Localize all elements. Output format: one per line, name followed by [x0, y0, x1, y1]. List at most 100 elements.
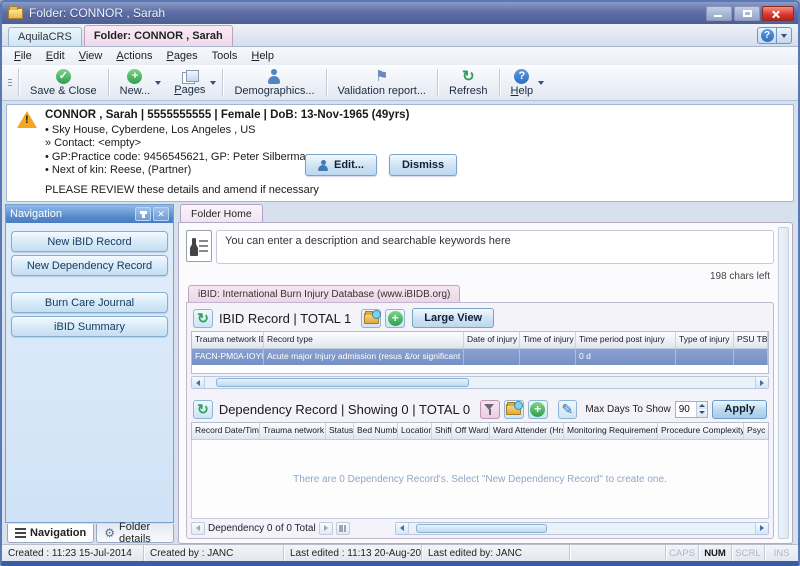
max-days-spinner[interactable]: 90 — [675, 401, 709, 418]
menu-tools[interactable]: Tools — [206, 49, 244, 63]
toolbar-grip[interactable] — [6, 66, 14, 99]
minimize-button[interactable] — [706, 6, 732, 21]
new-button[interactable]: + New... — [111, 66, 160, 99]
tab-aquilacrs[interactable]: AquilaCRS — [8, 27, 82, 46]
menu-file[interactable]: File — [8, 49, 38, 63]
ibid-record-table: Trauma network ID Record type Date of in… — [191, 331, 769, 374]
refresh-icon: ↻ — [197, 402, 209, 416]
chevron-down-icon — [781, 34, 787, 38]
pager-prev-button[interactable] — [191, 522, 205, 535]
menu-help[interactable]: Help — [245, 49, 280, 63]
save-close-button[interactable]: ✓ Save & Close — [21, 66, 106, 99]
column-header[interactable]: Trauma network ID — [260, 423, 326, 439]
column-header[interactable]: Location — [398, 423, 432, 439]
pager-next-button[interactable] — [319, 522, 333, 535]
ibid-add-button[interactable]: + — [385, 309, 405, 328]
close-panel-button[interactable]: ✕ — [153, 207, 169, 221]
patient-summary: CONNOR , Sarah | 5555555555 | Female | D… — [45, 109, 785, 123]
help-button[interactable]: ? — [757, 27, 777, 44]
maximize-button[interactable] — [734, 6, 760, 21]
close-button[interactable] — [762, 6, 794, 21]
menu-view[interactable]: View — [73, 49, 109, 63]
app-window: Folder: CONNOR , Sarah AquilaCRS Folder:… — [0, 0, 800, 566]
created-label: Created : 11:23 15-Jul-2014 — [2, 545, 144, 561]
gear-icon: ⚙ — [104, 527, 115, 539]
new-dependency-record-button[interactable]: New Dependency Record — [11, 255, 168, 276]
tab-folder-connor-sarah[interactable]: Folder: CONNOR , Sarah — [84, 25, 233, 46]
ibid-horizontal-scrollbar[interactable] — [191, 376, 769, 389]
column-header[interactable]: Type of injury — [676, 332, 734, 348]
scrl-indicator: SCRL — [732, 545, 765, 561]
empty-message: There are 0 Dependency Record's. Select … — [293, 474, 667, 485]
scroll-left-icon[interactable] — [396, 523, 409, 534]
tab-folder-details[interactable]: ⚙ Folder details — [96, 524, 174, 543]
column-header[interactable]: PSU TBSA% — [734, 332, 768, 348]
ibid-panel: ↻ IBID Record | TOTAL 1 + Large View Tra… — [186, 302, 774, 539]
dismiss-button[interactable]: Dismiss — [389, 154, 457, 176]
large-view-button[interactable]: Large View — [412, 308, 494, 328]
last-edited-by-label: Last edited by: JANC — [422, 545, 570, 561]
column-header[interactable]: Record type — [264, 332, 464, 348]
demographics-button[interactable]: Demographics... — [225, 66, 323, 99]
menu-actions[interactable]: Actions — [110, 49, 158, 63]
scroll-right-icon[interactable] — [755, 523, 768, 534]
menu-edit[interactable]: Edit — [40, 49, 71, 63]
help-toolbar-button[interactable]: ? Help — [502, 66, 543, 99]
id-card-icon — [186, 230, 212, 262]
column-header[interactable]: Ward Attender (Hrs) — [490, 423, 564, 439]
spin-down-icon[interactable] — [697, 409, 707, 417]
refresh-button[interactable]: ↻ Refresh — [440, 66, 497, 99]
dependency-add-button[interactable]: + — [528, 400, 548, 419]
tab-folder-home[interactable]: Folder Home — [180, 204, 263, 222]
spin-up-icon[interactable] — [697, 402, 707, 410]
scroll-left-icon[interactable] — [192, 377, 205, 388]
column-header[interactable]: Procedure Complexity — [658, 423, 744, 439]
pin-button[interactable] — [135, 207, 151, 221]
column-header[interactable]: Off Ward? — [452, 423, 490, 439]
toolbar: ✓ Save & Close + New... Pages Demographi… — [2, 65, 798, 101]
column-header[interactable]: Date of injury — [464, 332, 520, 348]
dependency-horizontal-scrollbar[interactable] — [395, 522, 769, 535]
dependency-refresh-button[interactable]: ↻ — [193, 400, 213, 419]
scroll-right-icon[interactable] — [755, 377, 768, 388]
column-header[interactable]: Monitoring Requirement — [564, 423, 658, 439]
dependency-open-record-button[interactable] — [504, 400, 524, 419]
pager-last-button[interactable] — [336, 522, 350, 535]
dependency-edit-button[interactable]: ✎ — [558, 400, 578, 419]
ibid-refresh-button[interactable]: ↻ — [193, 309, 213, 328]
column-header[interactable]: Time period post injury — [576, 332, 676, 348]
validation-report-button[interactable]: ⚑ Validation report... — [329, 66, 435, 99]
filter-icon — [484, 404, 495, 415]
column-header[interactable]: Time of injury — [520, 332, 576, 348]
review-notice: PLEASE REVIEW these details and amend if… — [45, 184, 785, 198]
edit-button[interactable]: Edit... — [305, 154, 377, 176]
document-tab-strip: AquilaCRS Folder: CONNOR , Sarah ? — [2, 24, 798, 47]
menu-pages[interactable]: Pages — [160, 49, 203, 63]
table-row[interactable]: FACN-PM0A-IOYU Acute major Injury admiss… — [192, 349, 768, 365]
column-header[interactable]: Bed Number — [354, 423, 398, 439]
pages-button[interactable]: Pages — [165, 66, 214, 99]
ibid-summary-button[interactable]: iBID Summary — [11, 316, 168, 337]
tab-navigation[interactable]: Navigation — [7, 524, 94, 543]
panel-tab-bar: Navigation ⚙ Folder details — [5, 523, 174, 544]
scrollbar-thumb[interactable] — [416, 524, 548, 533]
filter-button[interactable] — [480, 400, 500, 419]
column-header[interactable]: Shift — [432, 423, 452, 439]
burn-care-journal-button[interactable]: Burn Care Journal — [11, 292, 168, 313]
max-days-value[interactable]: 90 — [676, 404, 697, 415]
description-input[interactable]: You can enter a description and searchab… — [216, 230, 774, 264]
flag-icon: ⚑ — [375, 69, 388, 84]
tab-ibid-database[interactable]: iBID: International Burn Injury Database… — [188, 285, 460, 302]
help-dropdown-button[interactable] — [777, 27, 792, 44]
status-bar: Created : 11:23 15-Jul-2014 Created by :… — [2, 544, 798, 561]
plus-icon: + — [388, 311, 403, 326]
new-ibid-record-button[interactable]: New iBID Record — [11, 231, 168, 252]
column-header[interactable]: Trauma network ID — [192, 332, 264, 348]
vertical-scrollbar[interactable] — [778, 227, 789, 539]
scrollbar-thumb[interactable] — [216, 378, 469, 387]
column-header[interactable]: Status — [326, 423, 354, 439]
ibid-open-record-button[interactable] — [361, 309, 381, 328]
column-header[interactable]: Psyc — [744, 423, 768, 439]
apply-button[interactable]: Apply — [712, 400, 767, 419]
column-header[interactable]: Record Date/Time — [192, 423, 260, 439]
